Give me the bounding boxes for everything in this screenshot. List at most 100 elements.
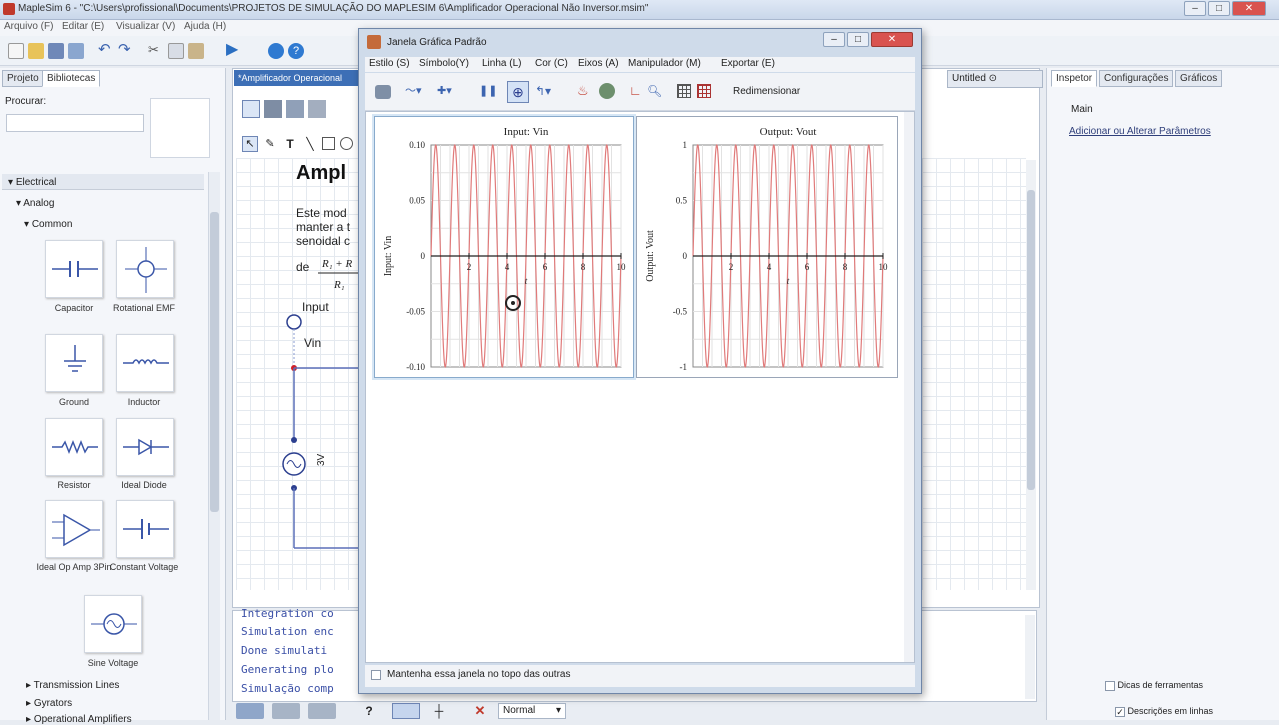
print-icon[interactable] — [68, 43, 84, 59]
diagram-view-icon[interactable] — [242, 100, 260, 118]
tree-item-electrical[interactable]: ▾ Electrical — [8, 177, 56, 188]
graph-minimize-button[interactable]: – — [823, 32, 845, 47]
save-icon[interactable] — [48, 43, 64, 59]
zoom-icon[interactable]: 🔍︎ — [647, 83, 663, 99]
canvas-scrollbar-thumb[interactable] — [1027, 190, 1035, 490]
tooltips-checkbox-row[interactable]: Dicas de ferramentas — [1105, 680, 1203, 691]
y-tick-label: 0 — [683, 251, 688, 261]
library-scrollbar-thumb[interactable] — [210, 212, 219, 512]
graph-menu-exportar[interactable]: Exportar (E) — [721, 58, 775, 69]
tab-projeto[interactable]: Projeto — [2, 70, 44, 87]
plot-view-icon[interactable] — [308, 100, 326, 118]
symbol-style-icon[interactable]: ✚▾ — [437, 83, 463, 99]
redo-icon[interactable]: ↷ — [118, 42, 134, 59]
graph-menu-eixos[interactable]: Eixos (A) — [578, 58, 619, 69]
plot-input-svg[interactable]: Input: Vin2 4 6 8 10t0.100.050-0.05-0.10Inpu… — [375, 117, 635, 379]
module-view-icon[interactable] — [286, 100, 304, 118]
graph-close-button[interactable]: ✕ — [871, 32, 913, 47]
menu-editar[interactable]: Editar (E) — [62, 21, 104, 32]
graph-menu-cor[interactable]: Cor (C) — [535, 58, 568, 69]
library-scrollbar[interactable] — [208, 172, 220, 720]
tab-configuracoes[interactable]: Configurações — [1099, 70, 1174, 87]
snapshot-icon[interactable] — [272, 703, 300, 719]
component-sine-voltage[interactable] — [84, 595, 142, 653]
paste-icon[interactable] — [188, 43, 204, 59]
search-input[interactable] — [6, 114, 144, 132]
grid-icon[interactable] — [677, 84, 691, 98]
grid-color-icon[interactable] — [697, 84, 711, 98]
undo-icon[interactable]: ↶ — [98, 42, 114, 59]
rectangle-tool-icon[interactable] — [322, 137, 335, 150]
graph-menu-simbolo[interactable]: Símbolo(Y) — [419, 58, 469, 69]
component-rotational-emf[interactable] — [116, 240, 174, 298]
line-tool-icon[interactable]: ╲ — [302, 136, 318, 152]
component-ideal-op-amp[interactable] — [45, 500, 103, 558]
simulate-group-icon[interactable] — [236, 703, 264, 719]
plot-input-frame[interactable]: Input: Vin 2 4 6 8 10 t 0.10 0.05 0 -0.05 -0.10 Inpu… — [374, 116, 634, 378]
graph-menu-linha[interactable]: Linha (L) — [482, 58, 521, 69]
component-capacitor[interactable] — [45, 240, 103, 298]
tree-item-analog[interactable]: ▾ Analog — [16, 198, 54, 209]
close-button[interactable]: ✕ — [1232, 1, 1266, 16]
pause-icon[interactable]: ❚❚ — [479, 83, 497, 99]
resize-button[interactable]: Redimensionar — [733, 86, 800, 97]
copy-icon[interactable] — [168, 43, 184, 59]
menu-arquivo[interactable]: Arquivo (F) — [4, 21, 53, 32]
tree-item-transmission-lines[interactable]: ▸ Transmission Lines — [26, 680, 119, 691]
graph-scrollbar[interactable] — [904, 112, 914, 662]
component-ground[interactable] — [45, 334, 103, 392]
ellipse-tool-icon[interactable] — [340, 137, 353, 150]
chat-icon[interactable] — [268, 43, 284, 59]
graph-maximize-button[interactable]: □ — [847, 32, 869, 47]
graph-menu-manipulador[interactable]: Manipulador (M) — [628, 58, 701, 69]
inline-descriptions-checkbox[interactable]: ✓ — [1115, 706, 1125, 717]
help-icon[interactable]: ? — [288, 43, 304, 59]
point-probe-icon[interactable]: ⊕ — [507, 81, 529, 103]
tooltips-checkbox[interactable] — [1105, 680, 1115, 691]
component-constant-voltage[interactable] — [116, 500, 174, 558]
text-tool-icon[interactable]: T — [282, 136, 298, 152]
tab-inspetor[interactable]: Inspetor — [1051, 70, 1098, 87]
list-view-icon[interactable] — [392, 703, 420, 719]
open-folder-icon[interactable] — [28, 43, 44, 59]
add-parameters-link[interactable]: Adicionar ou Alterar Parâmetros — [1069, 126, 1211, 137]
document-tab[interactable]: *Amplificador Operacional — [234, 70, 364, 86]
component-ideal-diode[interactable] — [116, 418, 174, 476]
maximize-button[interactable]: □ — [1208, 1, 1230, 16]
pointer-icon[interactable]: ↖ — [242, 136, 258, 152]
plot-output-frame[interactable]: Output: Vout 2 4 6 8 10 t 1 0.5 0 -0.5 -1 Output: Vo… — [636, 116, 898, 378]
minimize-button[interactable]: – — [1184, 1, 1206, 16]
query-icon[interactable]: ? — [360, 703, 378, 719]
stop-icon[interactable]: ✕ — [472, 703, 488, 719]
component-resistor[interactable] — [45, 418, 103, 476]
pencil-icon[interactable]: ✎ — [262, 136, 278, 152]
align-icon[interactable]: ┼ — [430, 703, 448, 719]
flame-icon[interactable]: ♨ — [577, 83, 593, 99]
compare-icon[interactable] — [308, 703, 336, 719]
untitled-tab[interactable]: Untitled ⊙ — [947, 70, 1043, 88]
tree-item-gyrators[interactable]: ▸ Gyrators — [26, 698, 72, 709]
graph-menu-estilo[interactable]: Estilo (S) — [369, 58, 410, 69]
keep-on-top-checkbox[interactable] — [371, 670, 381, 680]
cut-icon[interactable]: ✂ — [148, 43, 164, 59]
canvas-scrollbar[interactable] — [1026, 160, 1036, 590]
mode-select[interactable]: Normal ▾ — [498, 703, 566, 719]
console-scrollbar[interactable] — [1025, 615, 1035, 699]
inline-descriptions-checkbox-row[interactable]: ✓ Descrições em linhas — [1115, 706, 1213, 717]
table-view-icon[interactable] — [264, 100, 282, 118]
axes-icon[interactable]: ∟ — [629, 83, 645, 99]
curve-select-icon[interactable]: ↰▾ — [535, 83, 559, 99]
rotate-icon[interactable] — [599, 83, 615, 99]
circuit-diagram[interactable] — [276, 308, 360, 552]
tab-graficos[interactable]: Gráficos — [1175, 70, 1223, 87]
tab-bibliotecas[interactable]: Bibliotecas — [42, 70, 101, 87]
menu-ajuda[interactable]: Ajuda (H) — [184, 21, 226, 32]
run-simulation-icon[interactable]: ▶ — [226, 42, 242, 59]
component-inductor[interactable] — [116, 334, 174, 392]
line-style-icon[interactable]: 〜▾ — [405, 83, 431, 99]
new-file-icon[interactable] — [8, 43, 24, 59]
print-icon[interactable] — [375, 85, 391, 99]
tree-item-common[interactable]: ▾ Common — [24, 219, 72, 230]
plot-output-svg[interactable]: Output: Vout2 4 6 8 10t10.50-0.5-1Output: Vo… — [637, 117, 899, 379]
menu-visualizar[interactable]: Visualizar (V) — [116, 21, 175, 32]
